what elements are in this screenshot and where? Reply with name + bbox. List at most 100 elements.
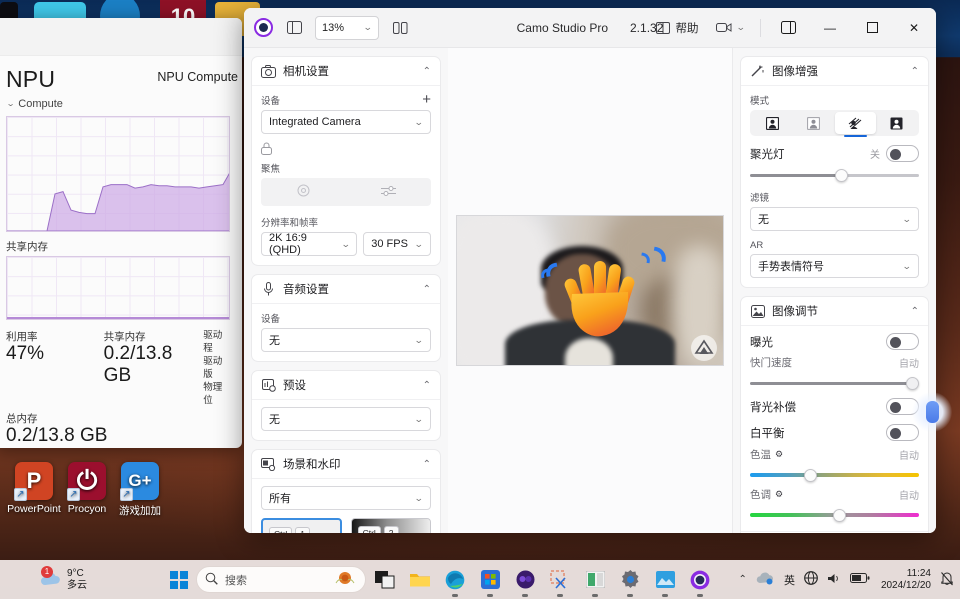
temperature-label: 色温 <box>750 449 771 461</box>
white-balance-toggle[interactable] <box>886 424 919 441</box>
edge-volume-slider[interactable] <box>912 392 952 432</box>
taskbar-file-explorer[interactable] <box>407 567 433 593</box>
taskbar-camo[interactable] <box>687 567 713 597</box>
clock-date[interactable]: 2024/12/20 <box>881 580 931 592</box>
right-adjust-panel: 图像增强 ⌃ 模式 聚光灯 关 滤镜 无 ⌄ AR 手势表情符号 ⌄ 图像调节 … <box>732 48 936 533</box>
gear-icon[interactable]: ⚙ <box>775 489 783 500</box>
ar-value: 手势表情符号 <box>758 261 824 273</box>
preset-select[interactable]: 无 ⌄ <box>261 407 431 431</box>
mode-background-replace-button[interactable] <box>876 112 917 134</box>
help-label: 帮助 <box>675 22 699 35</box>
sidebar-toggle-icon[interactable] <box>283 17 305 39</box>
taskbar-settings-app[interactable] <box>582 567 608 597</box>
spotlight-knob[interactable] <box>834 168 848 182</box>
mode-label: 模式 <box>750 96 770 107</box>
chevron-up-icon[interactable]: ⌃ <box>911 306 919 317</box>
chevron-up-icon[interactable]: ⌃ <box>423 66 431 77</box>
mode-portrait-blur-button[interactable] <box>793 112 834 134</box>
ime-indicator[interactable]: 英 <box>784 572 795 588</box>
network-icon[interactable] <box>804 571 818 588</box>
notifications-icon[interactable] <box>940 571 954 589</box>
focus-lock-icon[interactable] <box>261 142 431 158</box>
camera-device-select[interactable]: Integrated Camera ⌄ <box>261 110 431 134</box>
focus-sliders-icon[interactable] <box>380 185 396 200</box>
chevron-down-icon: ⌄ <box>414 238 425 249</box>
scene-thumbnail-2[interactable]: Ctrl 2 <box>350 518 431 533</box>
filter-select[interactable]: 无 ⌄ <box>750 207 919 231</box>
app-title: Camo Studio Pro <box>516 20 609 35</box>
taskbar-edge[interactable] <box>442 567 468 597</box>
audio-device-select[interactable]: 无 ⌄ <box>261 328 431 352</box>
preset-icon <box>261 378 276 393</box>
volume-icon[interactable] <box>827 572 841 588</box>
tray-expand-icon[interactable]: ⌃ <box>739 574 747 585</box>
ar-label: AR <box>750 240 764 251</box>
chevron-up-icon[interactable]: ⌃ <box>423 284 431 295</box>
taskbar-task-view[interactable] <box>372 567 398 593</box>
desktop-icon-game-booster[interactable]: G+ ↗ 游戏加加 <box>108 462 172 518</box>
temperature-knob[interactable] <box>804 468 818 482</box>
minimize-button[interactable]: — <box>810 8 850 47</box>
exposure-toggle[interactable] <box>886 333 919 350</box>
temperature-slider[interactable] <box>750 468 919 482</box>
start-button[interactable] <box>170 570 188 589</box>
taskbar-weather-widget[interactable]: 1 9°C 多云 <box>40 565 87 592</box>
video-preview-area[interactable] <box>448 48 732 533</box>
preset-header[interactable]: 预设 ⌃ <box>252 371 440 400</box>
desktop-icon-label: Procyon <box>67 503 107 515</box>
task-manager-window[interactable]: NPU NPU Compute ⌄ Compute 共享内存 利用率 47% 共… <box>0 18 242 448</box>
resolution-select[interactable]: 2K 16:9 (QHD) ⌄ <box>261 232 358 256</box>
chevron-up-icon[interactable]: ⌃ <box>911 66 919 77</box>
mode-background-effects-button[interactable] <box>834 112 876 137</box>
taskbar-snipping-tool[interactable] <box>547 567 573 597</box>
taskbar-store[interactable] <box>477 567 503 597</box>
onedrive-icon[interactable] <box>756 571 775 588</box>
spotlight-toggle[interactable] <box>886 145 919 162</box>
taskbar-copilot[interactable] <box>512 567 538 597</box>
camo-logo-icon[interactable] <box>254 18 273 37</box>
compute-section-header[interactable]: ⌄ Compute <box>6 97 230 110</box>
camcorder-icon <box>716 17 732 39</box>
tint-knob[interactable] <box>832 508 846 522</box>
focus-target-icon[interactable] <box>297 184 310 200</box>
add-device-button[interactable]: + <box>422 92 431 107</box>
shutter-speed-slider[interactable] <box>750 376 919 390</box>
chevron-up-icon[interactable]: ⌃ <box>423 380 431 391</box>
audio-settings-header[interactable]: 音频设置 ⌃ <box>252 275 440 304</box>
battery-icon[interactable] <box>849 572 870 587</box>
shortcut-arrow-icon: ↗ <box>120 488 133 501</box>
taskbar-settings[interactable] <box>617 567 643 597</box>
scene-filter-select[interactable]: 所有 ⌄ <box>261 486 431 510</box>
mode-portrait-light-button[interactable] <box>752 112 793 134</box>
spotlight-slider[interactable] <box>750 168 919 182</box>
taskbar-photos[interactable] <box>652 567 678 597</box>
shutter-knob[interactable] <box>906 376 919 390</box>
gear-icon[interactable]: ⚙ <box>775 449 783 460</box>
powerpoint-icon: P ↗ <box>14 462 53 501</box>
system-tray: ⌃ 英 11:24 2024/12/20 <box>739 568 954 592</box>
scene-watermark-header[interactable]: 场景和水印 ⌃ <box>252 450 440 479</box>
camera-preview[interactable] <box>456 215 724 366</box>
image-adjust-header[interactable]: 图像调节 ⌃ <box>741 297 928 326</box>
close-button[interactable]: ✕ <box>894 8 934 47</box>
chevron-up-icon[interactable]: ⌃ <box>423 459 431 470</box>
exposure-row: 曝光 <box>750 333 919 350</box>
tint-slider[interactable] <box>750 508 919 522</box>
search-highlight-icon[interactable] <box>333 570 357 589</box>
search-input[interactable]: 搜索 <box>196 566 366 593</box>
camera-settings-header[interactable]: 相机设置 ⌃ <box>252 57 440 86</box>
image-enhance-header[interactable]: 图像增强 ⌃ <box>741 57 928 86</box>
maximize-button[interactable] <box>852 8 892 47</box>
clock-time[interactable]: 11:24 <box>881 568 931 580</box>
tint-label: 色调 <box>750 489 771 501</box>
zoom-select[interactable]: 13% ⌄ <box>315 15 379 40</box>
scene-thumbnail-1[interactable]: Ctrl 1 <box>261 518 342 533</box>
layout-toggle-button[interactable] <box>768 8 808 47</box>
ar-select[interactable]: 手势表情符号 ⌄ <box>750 254 919 278</box>
camera-source-menu[interactable]: ⌄ <box>708 13 753 43</box>
split-view-icon[interactable] <box>389 17 411 39</box>
camo-studio-window[interactable]: 13% ⌄ Camo Studio Pro 2.1.32 帮助 ⌄ — ✕ 相机… <box>244 8 936 533</box>
scene-shortcut-key: 1 <box>295 527 310 533</box>
focus-controls[interactable] <box>261 178 431 206</box>
fps-select[interactable]: 30 FPS ⌄ <box>363 232 431 256</box>
